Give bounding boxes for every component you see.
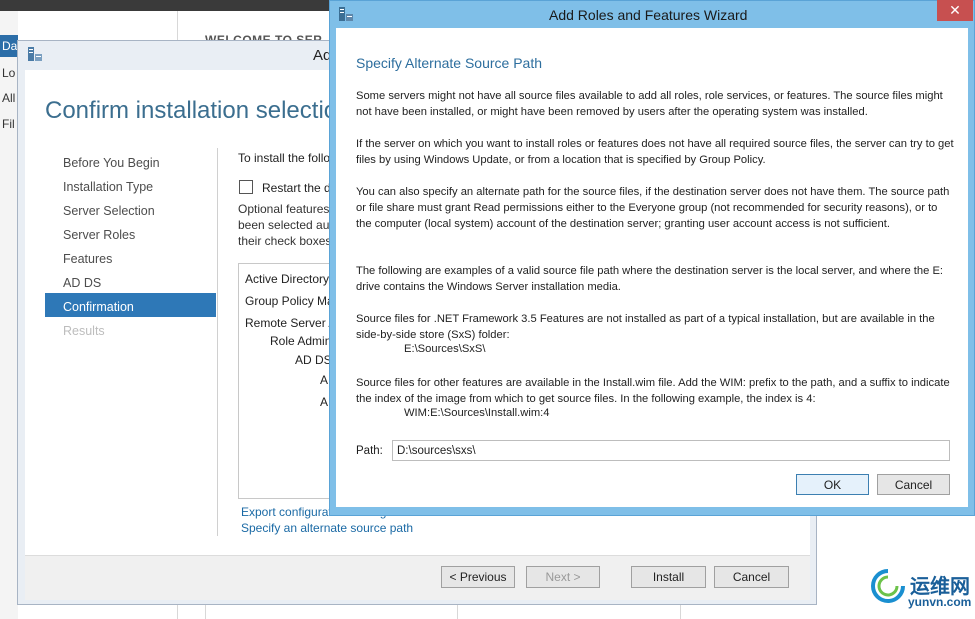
install-button[interactable]: Install — [631, 566, 706, 588]
dialog-paragraph: You can also specify an alternate path f… — [356, 186, 950, 230]
dialog-paragraph: If the server on which you want to insta… — [356, 138, 954, 166]
nav-item-before-you-begin[interactable]: Before You Begin — [63, 156, 160, 170]
sxs-example-path: E:\Sources\SxS\ — [404, 343, 486, 355]
list-item: Group Policy Ma — [245, 294, 334, 308]
nav-item-server-roles[interactable]: Server Roles — [63, 228, 135, 242]
list-item: Active Directory — [245, 272, 330, 286]
feature-list[interactable]: Active Directory Group Policy Ma Remote … — [238, 263, 340, 499]
sidebar-item-dashboard[interactable]: Da — [2, 39, 17, 53]
previous-button[interactable]: < Previous — [441, 566, 515, 588]
server-manager-icon — [27, 46, 43, 62]
nav-item-ad-ds[interactable]: AD DS — [63, 276, 101, 290]
dialog-paragraph: The following are examples of a valid so… — [356, 265, 944, 293]
nav-divider — [217, 148, 218, 536]
next-button: Next > — [526, 566, 600, 588]
restart-checkbox-label[interactable]: Restart the d — [262, 181, 331, 195]
dialog-cancel-button[interactable]: Cancel — [877, 474, 950, 495]
nav-item-server-selection[interactable]: Server Selection — [63, 204, 155, 218]
list-item: A — [320, 395, 329, 409]
list-item: AD DS — [295, 353, 332, 367]
optional-features-text: been selected au — [238, 218, 330, 232]
server-manager-icon — [338, 6, 354, 22]
sidebar-item-local-server[interactable]: Lo — [2, 66, 15, 80]
list-item: A — [320, 373, 329, 387]
nav-item-installation-type[interactable]: Installation Type — [63, 180, 153, 194]
page-title: Confirm installation selection — [45, 97, 351, 124]
watermark-url: yunvn.com — [908, 595, 972, 609]
divider — [457, 605, 458, 619]
list-item: Role Admin — [270, 334, 332, 348]
divider — [205, 605, 206, 619]
wim-example-path: WIM:E:\Sources\Install.wim:4 — [404, 407, 550, 419]
ok-button[interactable]: OK — [796, 474, 869, 495]
install-intro-text: To install the follo — [238, 151, 331, 165]
nav-item-results: Results — [63, 324, 105, 338]
restart-checkbox[interactable] — [239, 180, 253, 194]
dialog-heading: Specify Alternate Source Path — [356, 55, 542, 71]
list-item: Remote Server A — [245, 316, 337, 330]
close-icon[interactable]: ✕ — [937, 0, 973, 21]
dialog-paragraph: Source files for other features are avai… — [356, 377, 950, 405]
dialog-paragraph: Source files for .NET Framework 3.5 Feat… — [356, 313, 935, 341]
dialog-title: Add Roles and Features Wizard — [549, 7, 748, 23]
sidebar-item-file-services[interactable]: Fil — [2, 117, 15, 131]
divider — [680, 605, 681, 619]
nav-item-confirmation[interactable]: Confirmation — [63, 300, 134, 314]
wizard-cancel-button[interactable]: Cancel — [714, 566, 789, 588]
optional-features-text: Optional features — [238, 202, 330, 216]
sidebar-item-all-servers[interactable]: All — [2, 91, 15, 105]
optional-features-text: their check boxes — [238, 234, 332, 248]
path-input[interactable] — [392, 440, 950, 461]
path-label: Path: — [356, 445, 383, 457]
dialog-paragraph: Some servers might not have all source f… — [356, 90, 943, 118]
alternate-source-path-link[interactable]: Specify an alternate source path — [241, 521, 413, 535]
nav-item-features[interactable]: Features — [63, 252, 112, 266]
watermark-logo-icon — [870, 568, 906, 604]
